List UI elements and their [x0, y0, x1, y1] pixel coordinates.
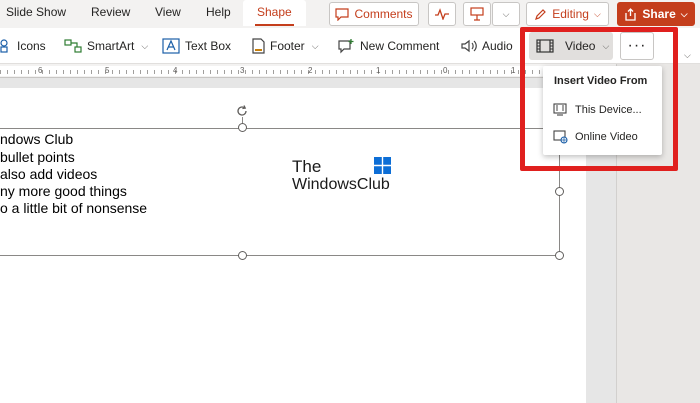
chevron-down-icon: ⌵ — [602, 40, 610, 51]
chevron-down-icon: ⌵ — [680, 8, 688, 19]
present-options-button[interactable]: ⌵ — [492, 2, 520, 26]
video-button[interactable]: Video ⌵ — [529, 32, 613, 60]
textbox-label: Text Box — [185, 39, 232, 53]
speaker-icon — [461, 39, 477, 53]
smartart-icon — [64, 39, 82, 53]
collapse-ribbon-icon[interactable]: ⌵ — [684, 50, 691, 61]
dropdown-title: Insert Video From — [554, 75, 648, 87]
editing-button[interactable]: Editing ⌵ — [526, 2, 609, 26]
menu-tab-bar: Slide Show Review View Help Shape Commen… — [0, 0, 700, 28]
presentation-icon — [470, 7, 484, 21]
slide-text-line: also add videos — [0, 166, 98, 182]
chevron-down-icon: ⌵ — [141, 40, 149, 51]
editing-label: Editing — [552, 7, 589, 21]
ruler-number: 5 — [105, 66, 110, 75]
ruler-number: 1 — [511, 66, 516, 75]
chevron-down-icon: ⌵ — [311, 40, 319, 51]
ruler-number: 6 — [38, 66, 43, 75]
video-label: Video — [565, 39, 596, 53]
audio-button[interactable]: Audio — [461, 28, 513, 64]
insert-video-dropdown: Insert Video From This Device... Online … — [543, 66, 662, 155]
textbox-button[interactable]: Text Box — [162, 28, 231, 64]
tab-shape[interactable]: Shape — [243, 0, 306, 26]
tab-view[interactable]: View — [155, 5, 181, 23]
rotate-handle-icon[interactable] — [235, 104, 249, 118]
windowsclub-logo: The WindowsClub — [292, 157, 391, 194]
resize-handle[interactable] — [238, 123, 247, 132]
online-video-label: Online Video — [575, 131, 638, 143]
footer-label: Footer — [270, 39, 305, 53]
ruler-number: 1 — [376, 66, 381, 75]
share-icon — [625, 7, 637, 21]
horizontal-ruler: 6 5 4 3 2 1 0 1 — [0, 64, 615, 78]
ruler-number: 0 — [443, 66, 448, 75]
footer-icon — [252, 38, 265, 54]
slide-text-line: ndows Club — [0, 131, 74, 147]
present-button[interactable] — [463, 2, 491, 26]
insert-ribbon: Icons SmartArt ⌵ Text Box Footer ⌵ New C… — [0, 28, 700, 64]
new-comment-icon — [338, 39, 354, 54]
windows-logo-icon — [374, 157, 391, 174]
smartart-button[interactable]: SmartArt ⌵ — [64, 28, 148, 64]
icons-icon — [0, 39, 8, 53]
resize-handle[interactable] — [555, 187, 564, 196]
ruler-number: 4 — [173, 66, 178, 75]
device-icon — [553, 103, 567, 116]
tab-slide-show[interactable]: Slide Show — [6, 5, 66, 23]
resize-handle[interactable] — [238, 251, 247, 260]
chevron-down-icon: ⌵ — [593, 8, 601, 19]
insert-from-this-device[interactable]: This Device... — [543, 97, 662, 123]
tab-help[interactable]: Help — [206, 5, 231, 23]
slide-text-line: bullet points — [0, 149, 75, 165]
this-device-label: This Device... — [575, 104, 642, 116]
insert-online-video[interactable]: Online Video — [543, 124, 662, 150]
footer-button[interactable]: Footer ⌵ — [252, 28, 319, 64]
comments-button[interactable]: Comments — [329, 2, 419, 26]
icons-button[interactable]: Icons — [0, 28, 46, 64]
film-icon — [536, 39, 554, 53]
new-comment-button[interactable]: New Comment — [337, 28, 439, 64]
activity-button[interactable] — [428, 2, 456, 26]
comment-icon — [335, 7, 350, 21]
share-label: Share — [642, 7, 676, 21]
activity-icon — [435, 8, 449, 20]
ruler-number: 3 — [240, 66, 245, 75]
slide-text-line: o a little bit of nonsense — [0, 200, 148, 216]
pencil-icon — [535, 8, 547, 20]
tab-review[interactable]: Review — [91, 5, 130, 23]
resize-handle[interactable] — [555, 251, 564, 260]
logo-text-line1: The — [292, 157, 322, 176]
more-options-button[interactable]: ··· — [620, 32, 654, 60]
audio-label: Audio — [482, 39, 513, 53]
ruler-number: 2 — [308, 66, 313, 75]
smartart-label: SmartArt — [87, 39, 135, 53]
slide-text-line: ny more good things — [0, 183, 127, 199]
logo-text-line2: WindowsClub — [292, 176, 390, 193]
textbox-icon — [162, 38, 180, 54]
online-video-icon — [553, 130, 568, 144]
icons-label: Icons — [17, 39, 46, 53]
comments-label: Comments — [354, 7, 413, 21]
share-button[interactable]: Share ⌵ — [617, 2, 695, 26]
new-comment-label: New Comment — [360, 39, 440, 53]
ruler-ticks — [0, 70, 585, 74]
chevron-down-icon: ⌵ — [502, 8, 510, 19]
